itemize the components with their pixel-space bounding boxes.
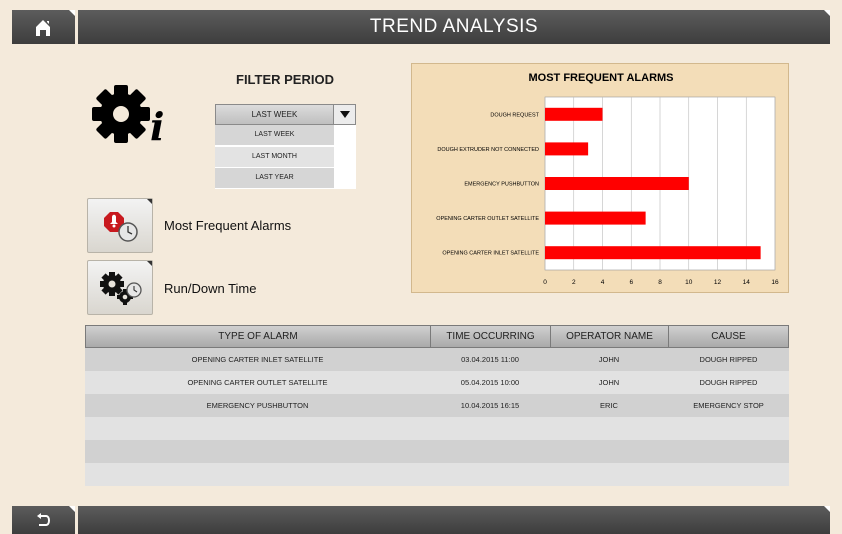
category-label: DOUGH REQUEST — [490, 112, 539, 118]
bar — [545, 246, 761, 260]
header-type-of-alarm: TYPE OF ALARM — [86, 326, 431, 347]
category-label: OPENING CARTER OUTLET SATELLITE — [436, 216, 539, 222]
category-label: OPENING CARTER INLET SATELLITE — [442, 251, 539, 257]
cell-type: EMERGENCY PUSHBUTTON — [206, 401, 309, 410]
cell-operator — [550, 417, 668, 440]
cell-time — [430, 417, 550, 440]
info-icon: i — [150, 104, 165, 149]
gears-clock-icon — [100, 272, 142, 305]
cell-operator: JOHN — [598, 378, 620, 387]
cell-time — [430, 440, 550, 463]
x-tick-label: 12 — [714, 279, 722, 286]
alarm-clock-icon — [104, 212, 138, 242]
cell-cause — [668, 463, 789, 486]
home-button[interactable] — [12, 10, 75, 44]
table-header: TYPE OF ALARM TIME OCCURRING OPERATOR NA… — [85, 325, 789, 348]
cell-operator — [550, 440, 668, 463]
cell-cause: DOUGH RIPPED — [699, 355, 758, 364]
bottom-bar — [0, 503, 842, 534]
bar — [545, 211, 646, 225]
table-row[interactable] — [85, 463, 789, 486]
top-bar: TREND ANALYSIS — [0, 0, 842, 44]
run-down-time-label: Run/Down Time — [164, 281, 257, 296]
filter-selected-value: LAST WEEK — [251, 110, 298, 119]
bar — [545, 142, 589, 156]
most-frequent-alarms-button[interactable] — [87, 198, 153, 253]
table-row[interactable] — [85, 417, 789, 440]
filter-options-list: LAST WEEK LAST MONTH LAST YEAR — [215, 125, 356, 189]
cell-cause — [668, 417, 789, 440]
cell-time: 10.04.2015 16:15 — [460, 401, 520, 410]
table-row[interactable] — [85, 440, 789, 463]
filter-option-last-week[interactable]: LAST WEEK — [215, 125, 334, 145]
filter-option-last-month[interactable]: LAST MONTH — [215, 147, 334, 167]
x-tick-label: 4 — [601, 279, 605, 286]
cell-type — [85, 463, 430, 486]
cell-type — [85, 417, 430, 440]
cell-cause: DOUGH RIPPED — [699, 378, 758, 387]
filter-period-title: FILTER PERIOD — [236, 72, 334, 87]
x-tick-label: 16 — [771, 279, 779, 286]
x-tick-label: 10 — [685, 279, 693, 286]
x-tick-label: 14 — [743, 279, 751, 286]
dropdown-arrow-icon[interactable] — [333, 105, 355, 124]
table-row[interactable]: OPENING CARTER OUTLET SATELLITE 05.04.201… — [85, 371, 789, 394]
category-label: EMERGENCY PUSHBUTTON — [464, 182, 539, 188]
most-frequent-alarms-chart: MOST FREQUENT ALARMS 0 2 4 6 8 10 12 14 16 DOUGH R… — [411, 63, 789, 293]
header-cause: CAUSE — [711, 331, 746, 342]
filter-period-dropdown[interactable]: LAST WEEK — [215, 104, 356, 125]
header-time-occurring: TIME OCCURRING — [431, 326, 551, 347]
footer-bar — [78, 506, 830, 534]
cell-cause: EMERGENCY STOP — [693, 401, 764, 410]
x-tick-label: 0 — [543, 279, 547, 286]
bar — [545, 177, 689, 190]
x-tick-label: 6 — [629, 279, 633, 286]
back-button[interactable] — [12, 506, 75, 534]
table-row[interactable]: OPENING CARTER INLET SATELLITE 03.04.2015… — [85, 348, 789, 371]
chart-svg: MOST FREQUENT ALARMS 0 2 4 6 8 10 12 14 16 DOUGH R… — [436, 72, 779, 286]
chart-title: MOST FREQUENT ALARMS — [528, 72, 673, 84]
filter-option-last-year[interactable]: LAST YEAR — [215, 168, 334, 188]
cell-time — [430, 463, 550, 486]
bar — [545, 107, 603, 121]
cell-time: 03.04.2015 11:00 — [461, 355, 519, 364]
cell-operator: JOHN — [598, 355, 620, 364]
header-operator-name: OPERATOR NAME — [551, 326, 669, 347]
cell-type: OPENING CARTER OUTLET SATELLITE — [187, 378, 328, 387]
category-label: DOUGH EXTRUDER NOT CONNECTED — [437, 147, 539, 153]
page-title: TREND ANALYSIS — [369, 16, 539, 37]
x-tick-label: 2 — [572, 279, 576, 286]
cell-time: 05.04.2015 10:00 — [460, 378, 520, 387]
cell-operator: ERIC — [600, 401, 618, 410]
back-icon — [37, 513, 50, 526]
cell-cause — [668, 440, 789, 463]
most-frequent-alarms-label: Most Frequent Alarms — [164, 218, 292, 233]
run-down-time-button[interactable] — [87, 260, 153, 315]
alarms-table: TYPE OF ALARM TIME OCCURRING OPERATOR NA… — [85, 325, 789, 486]
settings-info-gear-icon — [92, 85, 150, 143]
home-icon — [36, 20, 50, 36]
table-row[interactable]: EMERGENCY PUSHBUTTON 10.04.2015 16:15 ERIC… — [85, 394, 789, 417]
cell-operator — [550, 463, 668, 486]
cell-type: OPENING CARTER INLET SATELLITE — [191, 355, 324, 364]
cell-type — [85, 440, 430, 463]
x-tick-label: 8 — [658, 279, 662, 286]
